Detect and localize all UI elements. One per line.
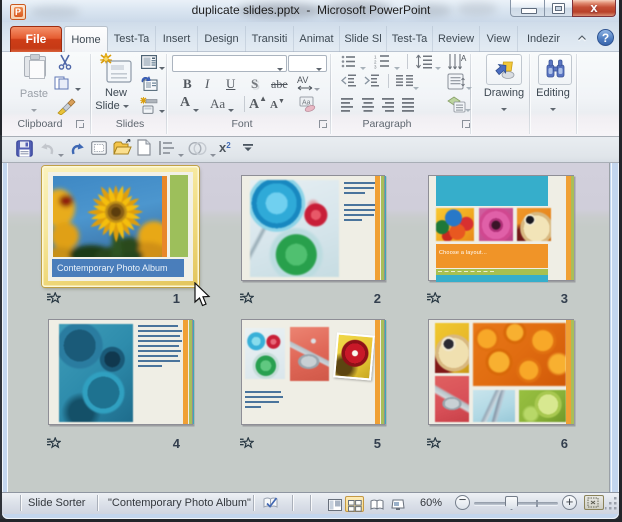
svg-text:Aa: Aa [302, 100, 311, 107]
svg-text:AV: AV [297, 75, 308, 85]
svg-text:3: 3 [374, 65, 377, 70]
svg-text:A: A [461, 54, 467, 63]
